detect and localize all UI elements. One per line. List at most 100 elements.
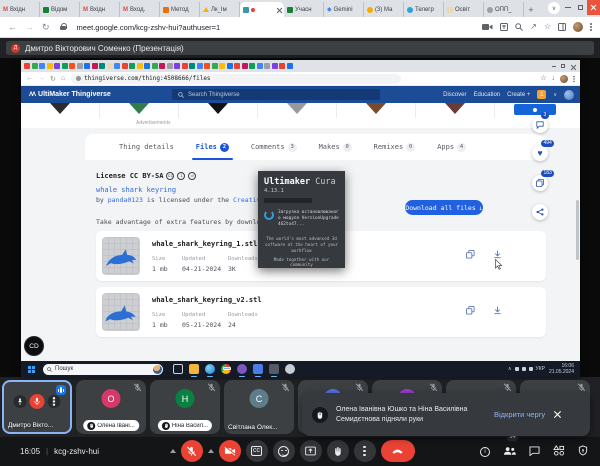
download-icon[interactable] (493, 250, 502, 259)
browser-tab-strip[interactable]: MВхідн Відом MВхідн MВход. Метод Лк_Ім У… (0, 0, 600, 17)
close-toast-icon[interactable] (553, 410, 562, 419)
app-icon[interactable] (269, 364, 279, 374)
share-icon[interactable]: ↗ (530, 23, 537, 31)
side-panel-icon[interactable] (558, 23, 566, 31)
chrome-icon[interactable] (221, 364, 231, 374)
close-button[interactable] (587, 0, 600, 15)
author-link[interactable]: panda0123 (108, 196, 143, 204)
mic-muted-indicator[interactable] (30, 394, 45, 409)
shared-browser-tab-strip[interactable] (21, 60, 580, 72)
chat-button[interactable] (529, 443, 540, 461)
camera-button[interactable] (219, 440, 241, 462)
windows-taskbar[interactable]: Пошук ∧ УКР (21, 361, 580, 377)
participants-button[interactable]: 14 (503, 443, 516, 461)
participant-tile-presenter[interactable]: Дмитро Вікто... (2, 380, 72, 434)
minimize-button[interactable] (561, 0, 574, 15)
tab-drive[interactable]: Лк_Ім (200, 2, 240, 17)
back-icon[interactable]: ← (26, 75, 33, 82)
tab-apps[interactable]: Apps4 (437, 134, 466, 160)
viber-icon[interactable] (237, 364, 247, 374)
thing-title-link[interactable]: whale shark keyring (96, 186, 176, 194)
participant-tile[interactable]: Н Ніна Васил... (150, 380, 220, 434)
notification-badge[interactable]: 1 (537, 90, 546, 99)
thingiverse-search[interactable]: Search Thingiverse (172, 89, 380, 100)
tab-comments[interactable]: Comments3 (251, 134, 297, 160)
bookmark-star-icon[interactable]: ☆ (540, 75, 546, 82)
profile-avatar[interactable] (573, 22, 583, 32)
window-controls[interactable] (561, 0, 600, 15)
tab-remixes[interactable]: Remixes0 (374, 134, 416, 160)
browser-menu-icon[interactable] (573, 78, 575, 80)
shared-url-text[interactable]: thingiverse.com/thing:4508666/files (84, 75, 210, 82)
taskbar-clock[interactable]: 16:06 21.05.2024 (549, 363, 574, 375)
reload-icon[interactable]: ↻ (42, 22, 50, 33)
tab-classroom[interactable]: Метод (160, 2, 200, 17)
address-bar-icons[interactable]: ↗ ☆ (482, 22, 592, 32)
model-thumbnails-strip[interactable] (21, 103, 580, 118)
participant-tile[interactable]: О Олена Івані... (76, 380, 146, 434)
leave-call-button[interactable] (381, 440, 415, 462)
tab-gmail[interactable]: MВхідн (0, 2, 40, 17)
collect-fab[interactable]: 183 (532, 175, 548, 191)
start-button[interactable] (28, 366, 35, 373)
settings-gear-icon[interactable] (285, 364, 295, 374)
search-icon[interactable] (515, 23, 523, 31)
camera-icon[interactable] (482, 23, 493, 31)
chevron-down-icon[interactable]: ∨ (553, 92, 557, 98)
close-tab-icon[interactable] (276, 7, 281, 12)
downloads-icon[interactable]: ↓ (552, 75, 556, 82)
open-queue-button[interactable]: Відкрити чергу (494, 410, 545, 419)
download-icon[interactable] (493, 306, 502, 315)
tab-gmail-2[interactable]: MВхідн (80, 2, 120, 17)
tab-gemini[interactable]: ◆Gemini (324, 2, 364, 17)
system-tray[interactable]: ∧ УКР (508, 366, 545, 372)
featured-card[interactable] (514, 104, 556, 115)
nav-education[interactable]: Education (473, 92, 500, 98)
file-name[interactable]: whale_shark_keyring_v2.stl (152, 296, 262, 304)
tab-thing-details[interactable]: Thing details (119, 134, 174, 160)
thing-tabs[interactable]: Thing details Files2 Comments3 Makes0 Re… (85, 134, 545, 160)
tab-search-chevron[interactable]: ∨ (548, 2, 560, 14)
shared-address-bar[interactable]: ← → ↻ ⌂ thingiverse.com/thing:4508666/fi… (21, 72, 580, 86)
tray-chevron-icon[interactable]: ∧ (508, 366, 512, 372)
nav-create[interactable]: Create + (507, 92, 530, 98)
thingiverse-logo[interactable]: ΛΛ UltiMaker Thingiverse (29, 91, 111, 98)
forward-icon[interactable]: → (38, 75, 45, 82)
participant-tile[interactable]: С Світлана Олек... (224, 380, 294, 434)
bookmark-star-icon[interactable]: ☆ (544, 23, 551, 31)
share-fab[interactable] (532, 204, 548, 220)
tab-makes[interactable]: Makes0 (319, 134, 352, 160)
tab-meet-active[interactable] (240, 2, 284, 17)
file-explorer-icon[interactable] (189, 364, 199, 374)
tab-mail[interactable]: (3) Ма (364, 2, 404, 17)
mic-button[interactable] (181, 440, 203, 462)
activities-button[interactable] (553, 443, 565, 461)
translate-icon[interactable] (500, 23, 508, 31)
tab-sheets[interactable]: Відом (40, 2, 80, 17)
captions-button[interactable]: cc (246, 440, 268, 462)
profile-avatar[interactable] (560, 75, 568, 83)
edge-icon[interactable] (205, 364, 215, 374)
tab-opp[interactable]: ОПП_ (484, 2, 524, 17)
page-scrollbar[interactable] (576, 200, 579, 260)
more-options-button[interactable] (354, 440, 376, 462)
copy-icon[interactable] (466, 306, 475, 315)
camera-options-chevron[interactable] (208, 449, 214, 453)
like-fab[interactable]: ♥ 494 (532, 145, 548, 161)
teams-icon[interactable] (253, 364, 263, 374)
thingiverse-avatar[interactable] (564, 90, 574, 100)
back-icon[interactable]: ← (8, 22, 17, 32)
file-row[interactable]: whale_shark_keyring_v2.stl Size Updated … (96, 287, 546, 337)
task-view-icon[interactable] (173, 364, 183, 374)
url-text[interactable]: meet.google.com/kcg-zshv-hui?authuser=1 (77, 23, 221, 32)
tab-participants[interactable]: Учасн (284, 2, 324, 17)
present-button[interactable] (300, 440, 322, 462)
nav-discover[interactable]: Discover (443, 92, 466, 98)
reactions-button[interactable] (273, 440, 295, 462)
tile-menu-button[interactable] (48, 395, 61, 408)
meeting-details-icon[interactable]: i (480, 447, 490, 457)
language-indicator[interactable]: УКР (536, 366, 545, 372)
pin-button[interactable] (14, 395, 27, 408)
comments-fab[interactable]: 3 (532, 117, 548, 133)
browser-menu-icon[interactable] (590, 26, 592, 28)
